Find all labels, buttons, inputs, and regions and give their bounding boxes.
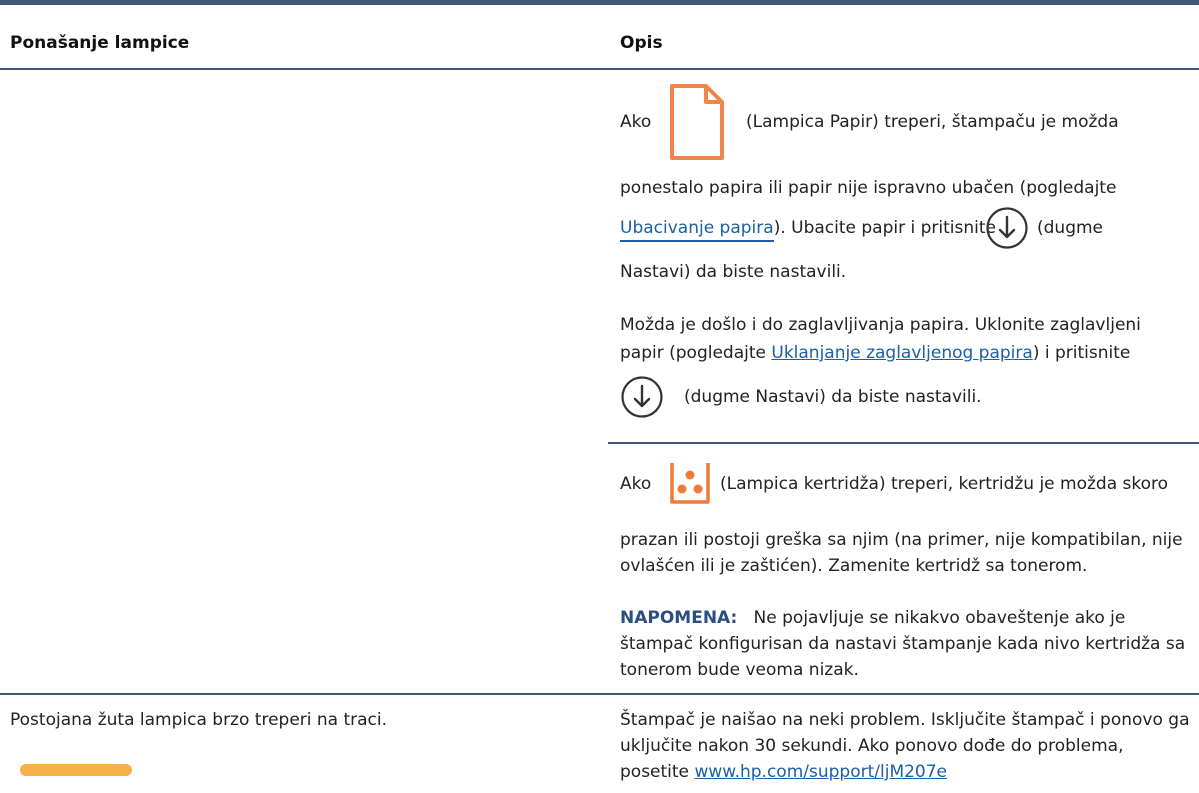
cartridge-text-line3: ovlašćen ili je zaštićen). Zamenite kert… [620, 556, 1088, 576]
paper-text-prefix: Ako [620, 112, 652, 132]
note-text-line3: tonerom bude veoma nizak. [620, 660, 859, 680]
cartridge-text-prefix: Ako [620, 474, 652, 494]
cartridge-light-icon [670, 463, 710, 504]
row2-desc-line1: Štampač je naišao na neki problem. Isklj… [620, 710, 1190, 730]
cartridge-text-line1: (Lampica kertridža) treperi, kertridžu j… [720, 474, 1169, 494]
link-hp-support[interactable]: www.hp.com/support/ljM207e [694, 762, 947, 782]
paper-line3-end: (dugme [1037, 218, 1104, 238]
link-loading-paper[interactable]: Ubacivanje papira [620, 218, 774, 242]
paper-text-line2: ponestalo papira ili papir nije ispravno… [620, 178, 1117, 198]
row2-desc-line3: posetite www.hp.com/support/ljM207e [620, 758, 947, 786]
paper-line3: Ubacivanje papira). Ubacite papir i prit… [620, 214, 996, 242]
paper-text-line4: Nastavi) da biste nastavili. [620, 262, 847, 282]
description-divider [608, 442, 1199, 444]
column-header-behavior: Ponašanje lampice [10, 33, 190, 53]
jam-line2-prefix: papir (pogledajte [620, 343, 772, 363]
row2-behavior-text: Postojana žuta lampica brzo treperi na t… [10, 710, 388, 730]
row2-desc-line3-prefix: posetite [620, 762, 695, 782]
paper-line3-text: ). Ubacite papir i pritisnite [773, 218, 997, 238]
note-text-line2: štampač konfigurisan da nastavi štampanj… [620, 634, 1186, 654]
cartridge-text-line2: prazan ili postoji greška sa njim (na pr… [620, 530, 1183, 550]
table-header-row: Ponašanje lampice Opis [0, 5, 1199, 68]
note-label: NAPOMENA: [620, 608, 738, 628]
jam-text-line3: (dugme Nastavi) da biste nastavili. [684, 387, 982, 407]
row-divider [0, 693, 1199, 695]
header-rule [0, 68, 1199, 70]
amber-light-bar [20, 764, 132, 776]
column-header-description: Opis [620, 33, 663, 53]
jam-line2-suffix: ) i pritisnite [1032, 343, 1131, 363]
jam-text-line1: Možda je došlo i do zaglavljivanja papir… [620, 315, 1141, 335]
resume-button-icon [621, 376, 663, 418]
note-line1: NAPOMENA: Ne pojavljuje se nikakvo obave… [620, 604, 1125, 632]
link-clearing-jam[interactable]: Uklanjanje zaglavljenog papira [771, 343, 1032, 363]
row2-desc-line2: uključite nakon 30 sekundi. Ako ponovo d… [620, 736, 1124, 756]
resume-button-icon [986, 207, 1028, 249]
jam-line2: papir (pogledajte Uklanjanje zaglavljeno… [620, 339, 1130, 367]
paper-text-line1: (Lampica Papir) treperi, štampaču je mož… [746, 112, 1119, 132]
note-text-line1: Ne pojavljuje se nikakvo obaveštenje ako… [753, 608, 1126, 628]
paper-light-icon [670, 84, 724, 160]
